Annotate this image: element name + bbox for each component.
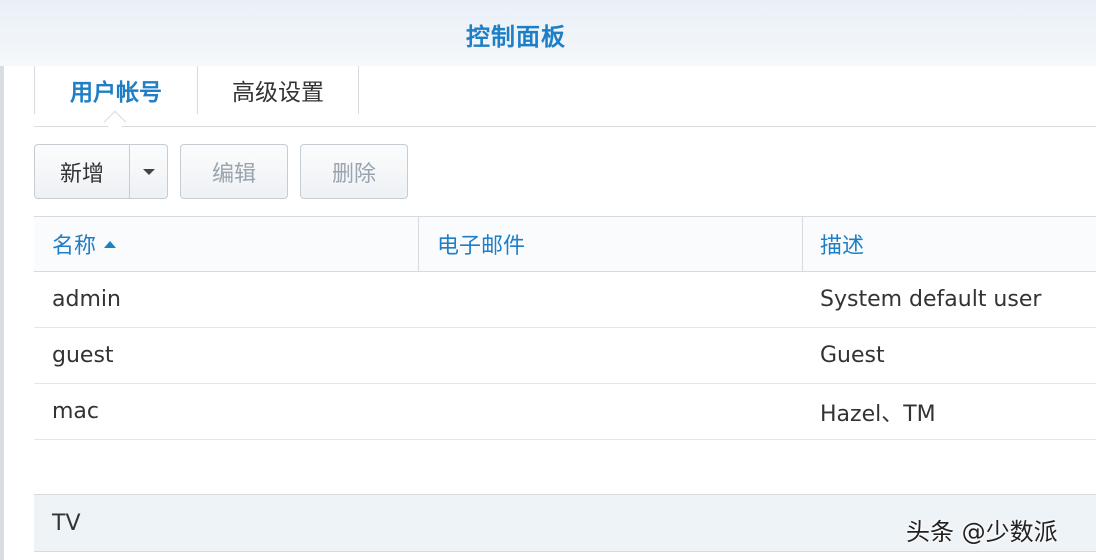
- tab-user-accounts[interactable]: 用户帐号: [34, 66, 197, 114]
- cell-name: mac: [52, 399, 100, 424]
- add-dropdown-button[interactable]: [129, 144, 168, 199]
- chevron-down-icon: [142, 168, 155, 175]
- tab-advanced-settings[interactable]: 高级设置: [197, 66, 359, 114]
- column-header-name-label: 名称: [52, 234, 97, 259]
- cell-description: Guest: [820, 343, 885, 368]
- table-header: 名称 电子邮件 描述: [34, 216, 1096, 272]
- column-header-description[interactable]: 描述: [820, 217, 864, 271]
- add-button[interactable]: 新增: [34, 144, 130, 199]
- watermark: 头条 @少数派: [906, 518, 1058, 546]
- delete-button[interactable]: 删除: [300, 144, 408, 199]
- window-titlebar: 控制面板: [0, 0, 1096, 66]
- cell-description: System default user: [820, 287, 1042, 312]
- user-table: 名称 电子邮件 描述 admin System default user gue…: [34, 216, 1096, 440]
- cell-name: admin: [52, 287, 121, 312]
- column-divider[interactable]: [418, 217, 419, 271]
- window-title: 控制面板: [466, 23, 566, 51]
- table-row[interactable]: admin System default user: [34, 272, 1096, 328]
- column-divider[interactable]: [802, 217, 803, 271]
- left-panel-edge: [0, 66, 4, 560]
- group-label: TV: [52, 510, 81, 536]
- tab-bar: 用户帐号 高级设置: [34, 66, 1096, 134]
- table-row[interactable]: guest Guest: [34, 328, 1096, 384]
- column-header-email[interactable]: 电子邮件: [437, 217, 525, 271]
- edit-button[interactable]: 编辑: [180, 144, 288, 199]
- table-row[interactable]: mac Hazel、TM: [34, 384, 1096, 440]
- sort-ascending-icon: [104, 240, 117, 248]
- cell-description: Hazel、TM: [820, 401, 936, 427]
- cell-name: guest: [52, 343, 114, 368]
- column-header-name[interactable]: 名称: [52, 217, 117, 271]
- active-tab-indicator: [103, 110, 127, 134]
